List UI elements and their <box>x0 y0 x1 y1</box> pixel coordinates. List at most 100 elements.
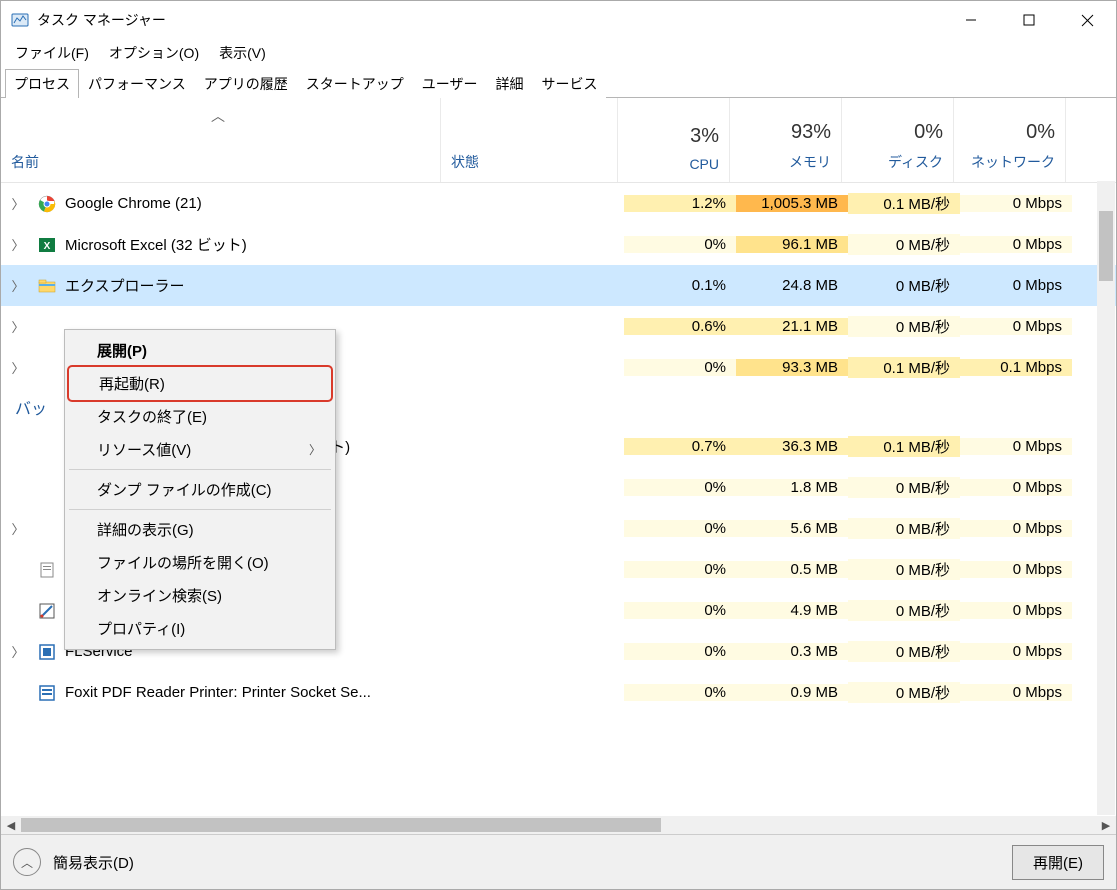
process-icon: X <box>35 236 59 254</box>
cm-search-online[interactable]: オンライン検索(S) <box>67 579 333 612</box>
maximize-button[interactable] <box>1000 1 1058 39</box>
expand-chevron-icon[interactable]: 〉 <box>1 519 35 538</box>
process-icon <box>35 561 59 579</box>
tab-users[interactable]: ユーザー <box>413 69 487 98</box>
menu-file[interactable]: ファイル(F) <box>5 41 99 65</box>
cm-expand[interactable]: 展開(P) <box>67 334 333 367</box>
network-value: 0 Mbps <box>960 684 1072 701</box>
fewer-details-icon[interactable]: ︿ <box>13 848 41 876</box>
tab-app-history[interactable]: アプリの履歴 <box>195 69 297 98</box>
menu-options[interactable]: オプション(O) <box>99 41 209 65</box>
table-row[interactable]: 〉XMicrosoft Excel (32 ビット) 0%96.1 MB0 MB/… <box>1 224 1116 265</box>
cm-create-dump[interactable]: ダンプ ファイルの作成(C) <box>67 473 333 506</box>
tab-processes[interactable]: プロセス <box>5 69 79 98</box>
disk-value: 0 MB/秒 <box>848 234 960 255</box>
tab-details[interactable]: 詳細 <box>486 69 532 98</box>
memory-value: 96.1 MB <box>736 236 848 253</box>
column-headers: ︿ 名前 状態 3% CPU 93% メモリ 0% ディスク 0% ネットワーク <box>1 98 1116 183</box>
column-disk[interactable]: 0% ディスク <box>842 98 954 182</box>
cm-restart[interactable]: 再起動(R) <box>69 367 331 400</box>
context-menu: 展開(P) 再起動(R) タスクの終了(E) リソース値(V) 〉 ダンプ ファ… <box>64 329 336 650</box>
network-value: 0 Mbps <box>960 520 1072 537</box>
fewer-details-label[interactable]: 簡易表示(D) <box>53 852 134 873</box>
expand-chevron-icon[interactable]: 〉 <box>1 194 35 213</box>
memory-value: 21.1 MB <box>736 318 848 335</box>
disk-value: 0 MB/秒 <box>848 641 960 662</box>
cpu-value: 1.2% <box>624 195 736 212</box>
process-name: Google Chrome (21) <box>59 195 447 212</box>
memory-value: 0.3 MB <box>736 643 848 660</box>
column-cpu[interactable]: 3% CPU <box>618 98 730 182</box>
memory-value: 0.9 MB <box>736 684 848 701</box>
menu-view[interactable]: 表示(V) <box>209 41 276 65</box>
close-button[interactable] <box>1058 1 1116 39</box>
process-icon <box>35 684 59 702</box>
process-name: Foxit PDF Reader Printer: Printer Socket… <box>59 684 447 701</box>
disk-value: 0 MB/秒 <box>848 682 960 703</box>
cpu-value: 0.6% <box>624 318 736 335</box>
window-title: タスク マネージャー <box>37 10 942 30</box>
cm-end-task[interactable]: タスクの終了(E) <box>67 400 333 433</box>
table-row[interactable]: Foxit PDF Reader Printer: Printer Socket… <box>1 672 1116 713</box>
process-icon <box>35 643 59 661</box>
tab-services[interactable]: サービス <box>532 69 606 98</box>
cpu-value: 0% <box>624 602 736 619</box>
disk-value: 0.1 MB/秒 <box>848 436 960 457</box>
disk-value: 0 MB/秒 <box>848 518 960 539</box>
table-row[interactable]: 〉Google Chrome (21)1.2%1,005.3 MB0.1 MB/… <box>1 183 1116 224</box>
h-scroll-thumb[interactable] <box>21 818 661 832</box>
table-row[interactable]: 〉エクスプローラー0.1%24.8 MB0 MB/秒0 Mbps <box>1 265 1116 306</box>
expand-chevron-icon[interactable]: 〉 <box>1 642 35 661</box>
horizontal-scrollbar[interactable]: ◀ ▶ <box>1 816 1116 834</box>
disk-value: 0.1 MB/秒 <box>848 193 960 214</box>
minimize-button[interactable] <box>942 1 1000 39</box>
network-value: 0 Mbps <box>960 602 1072 619</box>
sort-caret-icon: ︿ <box>211 106 225 126</box>
cm-show-details[interactable]: 詳細の表示(G) <box>67 513 333 546</box>
process-icon <box>35 277 59 295</box>
cpu-value: 0% <box>624 359 736 376</box>
cm-resource-values[interactable]: リソース値(V) 〉 <box>67 433 333 466</box>
expand-chevron-icon[interactable]: 〉 <box>1 317 35 336</box>
memory-value: 1.8 MB <box>736 479 848 496</box>
column-memory[interactable]: 93% メモリ <box>730 98 842 182</box>
bottom-bar: ︿ 簡易表示(D) 再開(E) <box>1 834 1116 889</box>
scroll-left-icon[interactable]: ◀ <box>1 816 21 834</box>
network-value: 0 Mbps <box>960 318 1072 335</box>
chevron-right-icon: 〉 <box>309 441 321 458</box>
task-manager-icon <box>11 11 29 29</box>
network-value: 0 Mbps <box>960 195 1072 212</box>
memory-value: 24.8 MB <box>736 277 848 294</box>
process-icon <box>35 602 59 620</box>
network-value: 0 Mbps <box>960 479 1072 496</box>
disk-value: 0 MB/秒 <box>848 600 960 621</box>
cpu-value: 0.7% <box>624 438 736 455</box>
v-scroll-thumb[interactable] <box>1099 211 1113 281</box>
cpu-value: 0.1% <box>624 277 736 294</box>
expand-chevron-icon[interactable]: 〉 <box>1 276 35 295</box>
window-controls <box>942 1 1116 39</box>
expand-chevron-icon[interactable]: 〉 <box>1 358 35 377</box>
network-value: 0 Mbps <box>960 236 1072 253</box>
disk-value: 0 MB/秒 <box>848 316 960 337</box>
cpu-value: 0% <box>624 236 736 253</box>
cpu-value: 0% <box>624 561 736 578</box>
cm-open-file-location[interactable]: ファイルの場所を開く(O) <box>67 546 333 579</box>
cpu-value: 0% <box>624 479 736 496</box>
process-name: Microsoft Excel (32 ビット) <box>59 234 447 255</box>
vertical-scrollbar[interactable] <box>1097 181 1115 815</box>
cm-properties[interactable]: プロパティ(I) <box>67 612 333 645</box>
column-state[interactable]: 状態 <box>441 98 618 182</box>
column-name[interactable]: ︿ 名前 <box>1 98 441 182</box>
resume-button[interactable]: 再開(E) <box>1012 845 1104 880</box>
tab-performance[interactable]: パフォーマンス <box>79 69 195 98</box>
column-network[interactable]: 0% ネットワーク <box>954 98 1066 182</box>
disk-value: 0 MB/秒 <box>848 275 960 296</box>
memory-value: 5.6 MB <box>736 520 848 537</box>
tab-startup[interactable]: スタートアップ <box>297 69 413 98</box>
cpu-value: 0% <box>624 684 736 701</box>
network-value: 0 Mbps <box>960 561 1072 578</box>
menu-bar: ファイル(F) オプション(O) 表示(V) <box>1 39 1116 67</box>
expand-chevron-icon[interactable]: 〉 <box>1 235 35 254</box>
scroll-right-icon[interactable]: ▶ <box>1096 816 1116 834</box>
